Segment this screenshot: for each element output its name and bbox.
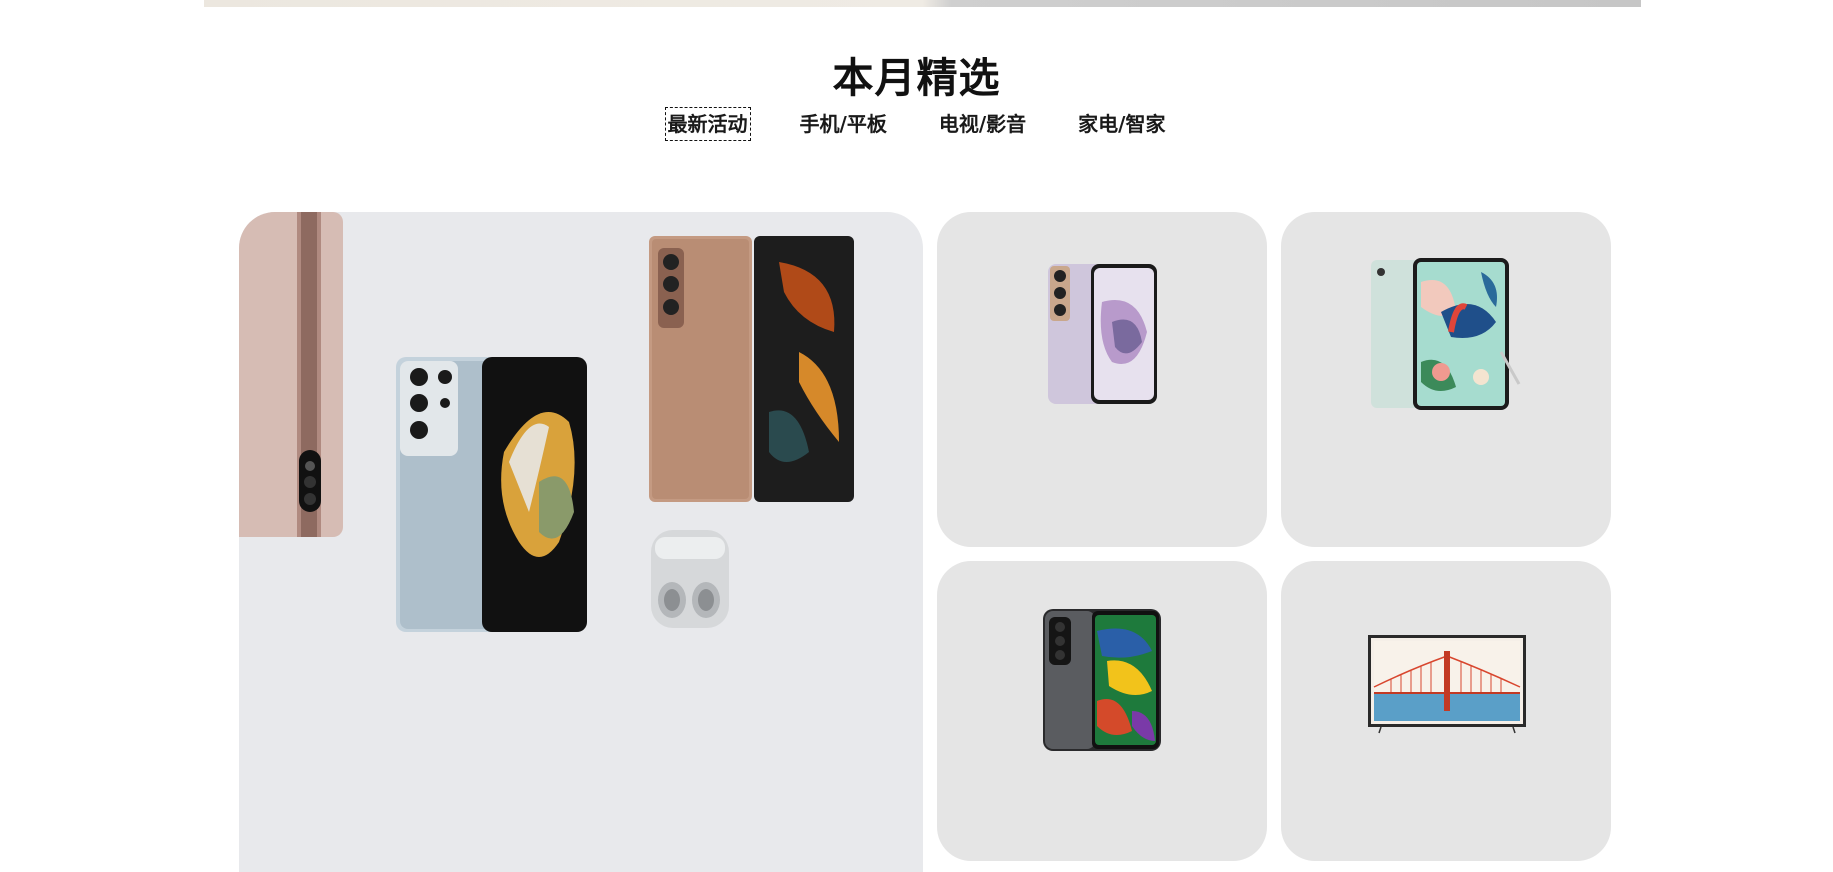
- featured-product-card[interactable]: [239, 212, 923, 872]
- earbuds-buds-pro-image: [651, 530, 729, 628]
- tab-appliances-smarthome[interactable]: 家电/智家: [1075, 107, 1168, 141]
- phone-s21-violet-image: [1048, 264, 1157, 404]
- tablet-s7-fe-image: [1371, 258, 1521, 410]
- featured-products-image: [239, 212, 854, 632]
- product-card[interactable]: [1281, 212, 1611, 547]
- tab-tv-av[interactable]: 电视/影音: [936, 107, 1029, 141]
- product-card[interactable]: [1281, 561, 1611, 861]
- phone-f52-image: [1043, 609, 1161, 751]
- section-title: 本月精选: [832, 54, 1001, 102]
- tv-the-frame-image: [1368, 635, 1526, 734]
- product-card[interactable]: [937, 561, 1267, 861]
- tab-phones-tablets[interactable]: 手机/平板: [797, 107, 890, 141]
- tablet-pink-image: [239, 212, 343, 537]
- phone-s21-ultra-image: [396, 357, 587, 632]
- top-banner-image[interactable]: [204, 0, 1641, 7]
- category-tabs: 最新活动 手机/平板 电视/影音 家电/智家: [0, 106, 1833, 142]
- product-card[interactable]: [937, 212, 1267, 547]
- tab-latest-events[interactable]: 最新活动: [664, 107, 751, 141]
- phone-z-fold2-image: [649, 236, 854, 502]
